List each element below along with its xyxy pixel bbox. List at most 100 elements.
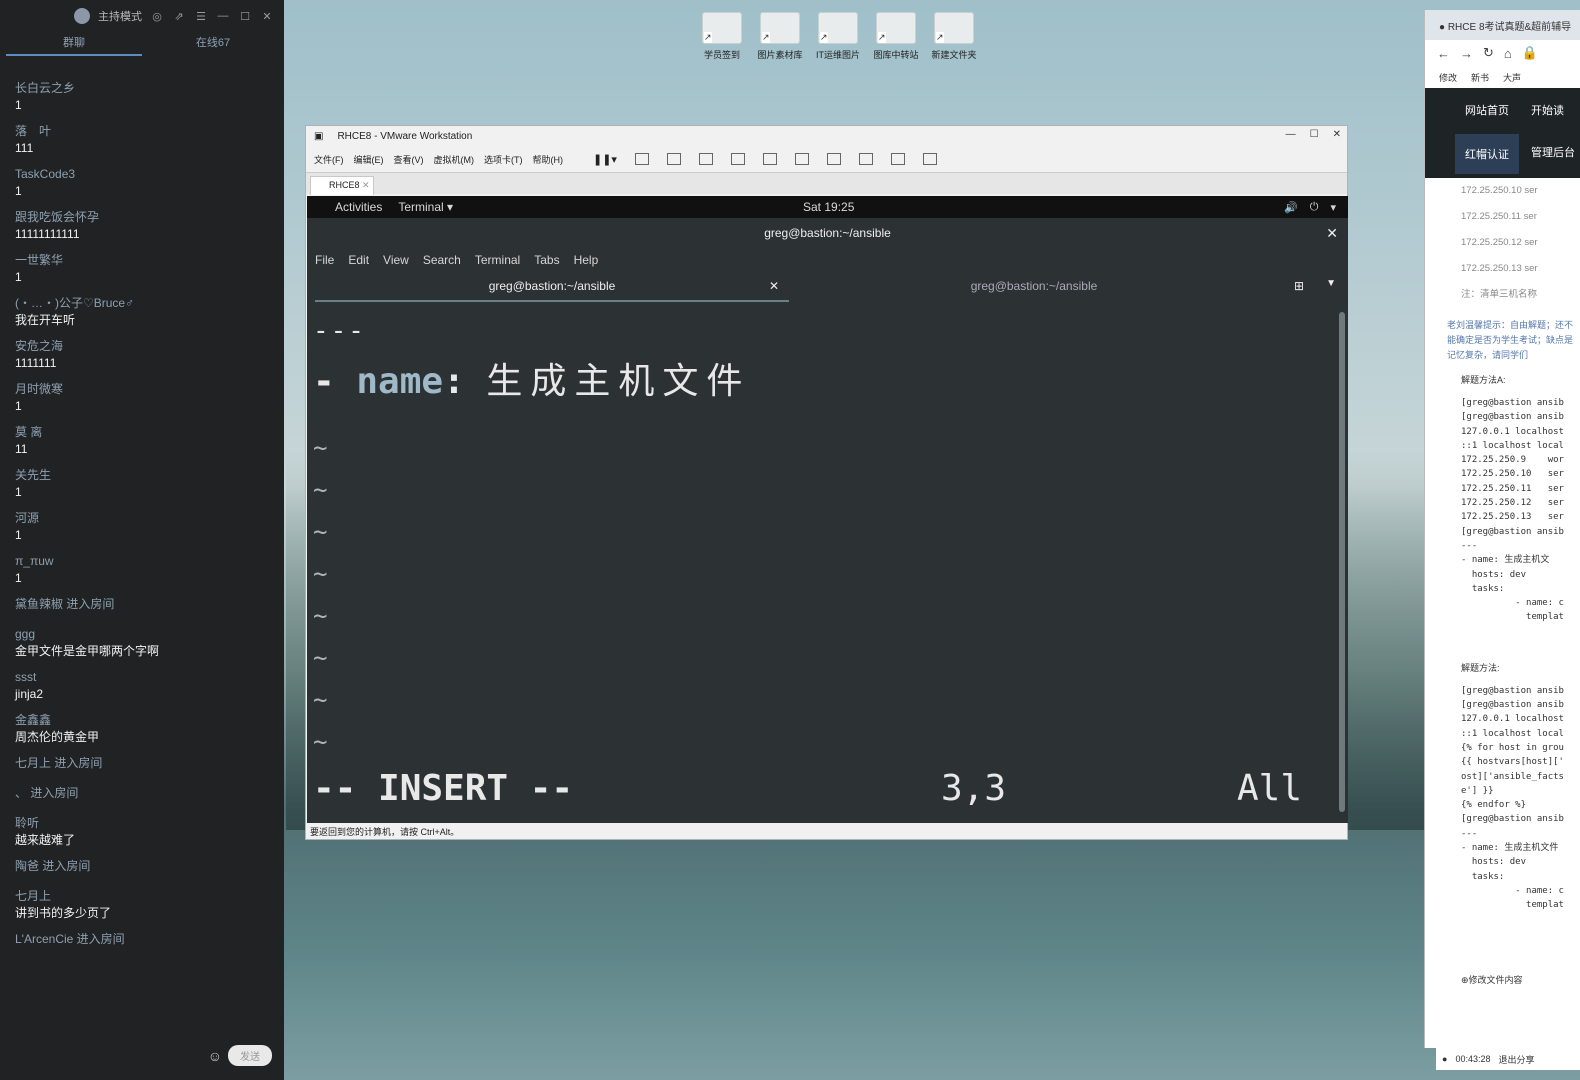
menu-vm[interactable]: 虚拟机(M) [434, 153, 475, 166]
volume-icon[interactable]: 🔊 [1284, 201, 1298, 214]
reload-icon[interactable]: ↻ [1483, 45, 1494, 61]
chat-text: 1111111 [15, 356, 57, 370]
chat-sender: 关先生 [15, 468, 52, 482]
fullscreen-icon[interactable] [826, 153, 841, 165]
empty-line-tilde: ~ [313, 686, 328, 714]
nav-admin-link[interactable]: 管理后台 [1531, 144, 1575, 160]
terminal-scrollbar[interactable] [1339, 312, 1345, 812]
share-icon[interactable]: ⇗ [172, 9, 186, 23]
chat-text: 我在开车听 [15, 313, 76, 327]
snapshot-icon[interactable] [666, 153, 681, 165]
ip-line: 172.25.250.12 ser [1461, 237, 1538, 248]
method-b-label: 解题方法: [1461, 662, 1500, 673]
tab-group-chat[interactable]: 群聊 [6, 32, 142, 56]
menu-edit[interactable]: 编辑(E) [354, 153, 384, 166]
close-icon[interactable]: ✕ [362, 180, 370, 190]
snapshot-manager-icon[interactable] [730, 153, 745, 165]
avatar [74, 8, 90, 24]
thumbnail-icon[interactable] [794, 153, 809, 165]
revert-snapshot-icon[interactable] [698, 153, 713, 165]
forward-icon[interactable]: → [1460, 46, 1473, 61]
terminal-tabs: greg@bastion:~/ansible ✕ greg@bastion:~/a… [307, 272, 1348, 302]
empty-line-tilde: ~ [313, 434, 328, 462]
exit-share-button[interactable]: 退出分享 [1498, 1053, 1534, 1066]
chat-sender: TaskCode3 [15, 167, 76, 181]
menu-edit[interactable]: Edit [348, 253, 369, 267]
close-icon[interactable]: ✕ [769, 272, 779, 300]
browser-tab-title: RHCE 8考试真题&超前辅导 [1447, 22, 1572, 33]
desktop-icon-images[interactable]: 图片素材库 [755, 12, 805, 61]
send-button[interactable]: 发送 [228, 1045, 272, 1066]
chat-message: 一世繁华 1 [0, 252, 284, 286]
vim-editor[interactable]: --- - name: 生成主机文件 ~ ~ ~ ~ ~ ~ ~ ~ -- IN… [313, 310, 1333, 820]
pause-icon[interactable]: ❚❚▾ [593, 153, 617, 166]
nav-cert-link[interactable]: 红帽认证 [1455, 134, 1519, 174]
desktop-icon-signin[interactable]: 学员签到 [697, 12, 747, 61]
settings-icon[interactable]: ◎ [150, 9, 164, 23]
new-tab-icon[interactable]: ⊞ [1294, 279, 1304, 293]
nav-start-link[interactable]: 开始读 [1531, 102, 1564, 118]
chat-sender: 落 叶 [15, 124, 52, 138]
tab-label: RHCE8 [329, 180, 360, 190]
menu-tabs[interactable]: Tabs [534, 253, 559, 267]
vmware-titlebar: ▣ RHCE8 - VMware Workstation — ☐ ✕ [306, 126, 1347, 146]
menu-view[interactable]: 查看(V) [394, 153, 424, 166]
menu-tabs[interactable]: 选项卡(T) [484, 153, 523, 166]
menu-view[interactable]: View [383, 253, 409, 267]
minimize-icon[interactable]: — [216, 9, 230, 23]
send-ctrl-alt-del-icon[interactable] [634, 153, 649, 165]
lock-icon: 🔒 [1521, 45, 1538, 60]
chevron-down-icon[interactable]: ▾ [1330, 201, 1336, 214]
chevron-down-icon[interactable]: ▼ [1326, 278, 1336, 289]
yaml-dash: - [313, 361, 357, 402]
close-icon[interactable]: ✕ [1326, 218, 1338, 248]
tab-rhce8[interactable]: RHCE8 ✕ [310, 176, 374, 195]
home-icon[interactable]: ⌂ [1504, 46, 1512, 61]
library-icon[interactable] [762, 153, 777, 165]
message-list: 长白云之乡 1 落 叶 111 TaskCode3 1 跟我吃饭会怀孕 11111111111… [0, 80, 284, 961]
chat-text: 1 [15, 184, 22, 198]
clock[interactable]: Sat 19:25 [803, 200, 854, 214]
desktop-icon-transfer[interactable]: 图库中转站 [871, 12, 921, 61]
guest-screen[interactable]: Activities Terminal ▾ Sat 19:25 🔊 ⏻ ▾ gr… [307, 196, 1348, 823]
activities-button[interactable]: Activities [335, 200, 382, 214]
terminal-tab-active[interactable]: greg@bastion:~/ansible ✕ [315, 272, 789, 302]
terminal-tab-inactive[interactable]: greg@bastion:~/ansible [797, 272, 1271, 300]
menu-file[interactable]: File [315, 253, 334, 267]
host-mode-label: 主持模式 [98, 11, 142, 23]
tab-online[interactable]: 在线67 [142, 32, 284, 56]
menu-help[interactable]: 帮助(H) [533, 153, 564, 166]
empty-line-tilde: ~ [313, 644, 328, 672]
close-icon[interactable]: ✕ [1333, 129, 1341, 140]
close-icon[interactable]: ✕ [260, 9, 274, 23]
ip-line: 172.25.250.10 ser [1461, 185, 1538, 196]
menu-file[interactable]: 文件(F) [314, 153, 344, 166]
chat-sender: ggg [15, 627, 36, 641]
back-icon[interactable]: ← [1437, 46, 1450, 61]
app-menu-terminal[interactable]: Terminal ▾ [398, 200, 453, 214]
stretch-icon[interactable] [922, 153, 937, 165]
nav-home-link[interactable]: 网站首页 [1465, 102, 1509, 118]
unity-icon[interactable] [858, 153, 873, 165]
menu-help[interactable]: Help [574, 253, 599, 267]
emoji-icon[interactable]: ☺ [208, 1048, 222, 1064]
power-icon[interactable]: ⏻ [1310, 201, 1319, 214]
menu-search[interactable]: Search [423, 253, 461, 267]
desktop-icon-it[interactable]: IT运维图片 [813, 12, 863, 61]
yaml-key: name [356, 361, 444, 402]
console-icon[interactable] [890, 153, 905, 165]
empty-line-tilde: ~ [313, 476, 328, 504]
desktop-icon-label: 新建文件夹 [931, 50, 977, 60]
desktop-icon-label: 图库中转站 [873, 50, 919, 60]
minimize-icon[interactable]: — [1286, 129, 1296, 140]
bookmark-item[interactable]: 修改 [1439, 71, 1457, 84]
empty-line-tilde: ~ [313, 518, 328, 546]
maximize-icon[interactable]: ☐ [238, 9, 252, 23]
desktop-icon-newfolder[interactable]: 新建文件夹 [929, 12, 979, 61]
maximize-icon[interactable]: ☐ [1310, 129, 1319, 140]
bookmark-item[interactable]: 新书 [1471, 71, 1489, 84]
bookmark-item[interactable]: 大声 [1503, 71, 1521, 84]
browser-tab[interactable]: ● RHCE 8考试真题&超前辅导 [1425, 10, 1580, 40]
menu-terminal[interactable]: Terminal [475, 253, 520, 267]
menu-icon[interactable]: ☰ [194, 9, 208, 23]
